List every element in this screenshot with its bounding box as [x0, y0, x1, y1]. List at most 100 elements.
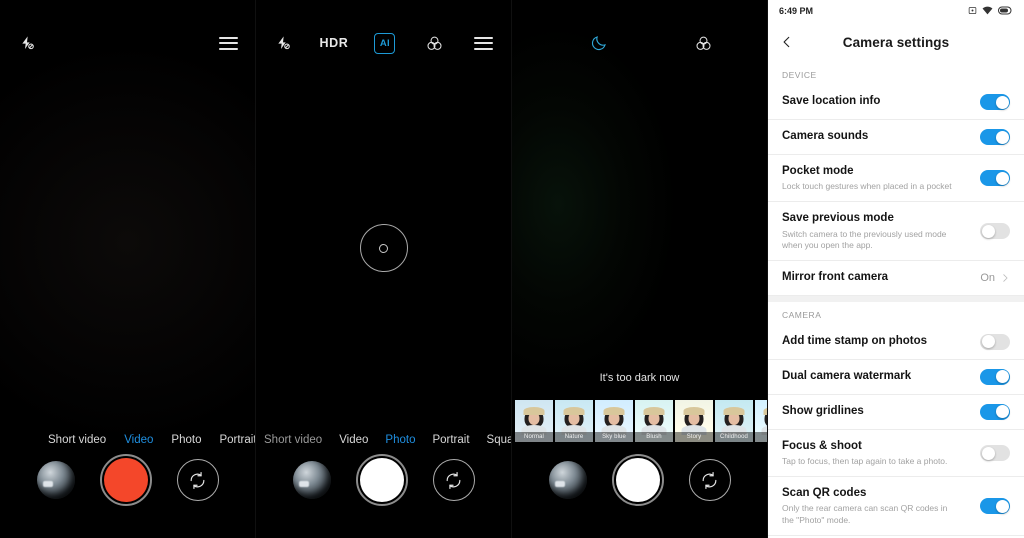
camera-panel-night: It's too dark now Normal Nature Sky blue: [512, 0, 768, 538]
row-title: Pocket mode: [782, 165, 854, 177]
gallery-thumbnail[interactable]: [292, 461, 331, 499]
screenshot-collage: Short video Video Photo Portrait S: [0, 0, 1024, 538]
flash-off-icon[interactable]: [270, 30, 296, 56]
row-title: Focus & shoot: [782, 439, 862, 452]
switch-camera-icon[interactable]: [688, 459, 731, 501]
filter-strip[interactable]: Normal Nature Sky blue Blush Story Child…: [512, 400, 767, 442]
filter-label: Sky blue: [595, 431, 633, 442]
toggle-dual-camera-watermark[interactable]: [980, 368, 1010, 385]
flash-off-icon[interactable]: [14, 30, 40, 56]
section-header-device: DEVICE: [782, 70, 817, 80]
setting-row-pocket-mode[interactable]: Pocket mode Lock touch gestures when pla…: [768, 155, 1024, 203]
hdr-toggle[interactable]: HDR: [320, 30, 349, 56]
shutter-button[interactable]: [355, 454, 408, 506]
record-button[interactable]: [99, 454, 152, 506]
menu-icon[interactable]: [471, 30, 497, 56]
toggle-save-location-info[interactable]: [980, 94, 1010, 110]
row-text: Save previous mode Switch camera to the …: [782, 211, 958, 251]
row-text: Scan QR codes Only the rear camera can s…: [782, 486, 962, 526]
ai-scene-detection-icon[interactable]: AI: [372, 30, 398, 56]
moon-icon[interactable]: [586, 30, 612, 56]
mode-portrait[interactable]: Portrait: [432, 434, 469, 446]
filter-label: Nature: [555, 431, 593, 442]
setting-row-add-time-stamp[interactable]: Add time stamp on photos: [768, 325, 1024, 360]
setting-row-camera-sounds[interactable]: Camera sounds: [768, 120, 1024, 155]
filter-face-preview: [641, 407, 667, 435]
setting-row-save-previous-mode[interactable]: Save previous mode Switch camera to the …: [768, 202, 1024, 262]
row-text: Add time stamp on photos: [782, 334, 935, 350]
filter-label: Childhood: [715, 431, 753, 442]
mode-square[interactable]: Square: [487, 434, 511, 446]
camera-panel-video: Short video Video Photo Portrait S: [0, 0, 256, 538]
ai-label: AI: [374, 32, 396, 54]
status-icons: [968, 6, 1013, 17]
setting-row-mirror-front-camera[interactable]: Mirror front camera On: [768, 261, 1024, 296]
gallery-thumbnail[interactable]: [36, 461, 75, 499]
mode-portrait[interactable]: Portrait: [219, 434, 255, 446]
color-filter-icon[interactable]: [690, 30, 716, 56]
setting-row-save-location-info[interactable]: Save location info: [768, 85, 1024, 120]
filter-face-preview: [521, 407, 547, 435]
mode-short-video[interactable]: Short video: [264, 434, 322, 446]
row-subtitle: Lock touch gestures when placed in a poc…: [782, 181, 952, 192]
switch-camera-icon[interactable]: [176, 459, 219, 501]
section-header-camera: CAMERA: [782, 309, 822, 320]
mode-short-video[interactable]: Short video: [48, 434, 106, 446]
filter-label: Story: [675, 431, 713, 442]
topbar-video: [0, 25, 255, 61]
filter-item-story[interactable]: Story: [675, 400, 713, 442]
camera-controls-photo: [256, 450, 511, 510]
page-title: Camera settings: [842, 34, 950, 50]
mode-photo[interactable]: Photo: [385, 434, 415, 446]
row-title: Dual camera watermark: [782, 370, 912, 383]
toggle-show-gridlines[interactable]: [980, 403, 1010, 420]
mirror-front-camera-value: On: [980, 272, 995, 285]
toggle-scan-qr-codes[interactable]: [980, 498, 1010, 515]
filter-item-nature[interactable]: Nature: [555, 400, 593, 442]
status-bar: 6:49 PM: [768, 0, 1024, 22]
camera-controls-night: [512, 450, 767, 510]
topbar-photo: HDR AI: [256, 25, 511, 61]
row-title: Mirror front camera: [782, 271, 889, 284]
filter-label: Blush: [635, 431, 673, 442]
switch-camera-icon[interactable]: [432, 459, 475, 501]
gallery-thumbnail[interactable]: [548, 461, 587, 499]
focus-ring: [359, 224, 408, 272]
setting-row-show-gridlines[interactable]: Show gridlines: [768, 395, 1024, 430]
toggle-camera-sounds[interactable]: [980, 129, 1010, 145]
topbar-night: [512, 25, 767, 61]
row-title: Save location info: [782, 95, 881, 108]
filter-face-preview: [561, 407, 587, 435]
shutter-button[interactable]: [611, 454, 664, 506]
color-filter-icon[interactable]: [421, 30, 447, 56]
setting-row-focus-and-shoot[interactable]: Focus & shoot Tap to focus, then tap aga…: [768, 430, 1024, 478]
mode-photo[interactable]: Photo: [171, 434, 201, 446]
row-text: Camera sounds: [782, 129, 876, 145]
mode-selector-video: Short video Video Photo Portrait S: [0, 434, 255, 446]
row-title: Add time stamp on photos: [782, 335, 928, 348]
menu-icon[interactable]: [215, 30, 241, 56]
filter-item-blush[interactable]: Blush: [635, 400, 673, 442]
row-subtitle: Tap to focus, then tap again to take a p…: [782, 455, 948, 466]
toggle-add-time-stamp[interactable]: [980, 333, 1010, 350]
row-value-wrap: On: [980, 272, 1010, 284]
sd-card-icon: [968, 6, 977, 17]
filter-item-em[interactable]: Em: [755, 400, 767, 442]
filter-item-childhood[interactable]: Childhood: [715, 400, 753, 442]
wifi-icon: [982, 6, 993, 17]
filter-item-normal[interactable]: Normal: [515, 400, 553, 442]
status-time: 6:49 PM: [779, 6, 814, 16]
row-subtitle: Only the rear camera can scan QR codes i…: [782, 503, 948, 525]
camera-controls-video: [0, 450, 255, 510]
mode-video[interactable]: Video: [339, 434, 368, 446]
setting-row-scan-qr-codes[interactable]: Scan QR codes Only the rear camera can s…: [768, 477, 1024, 537]
mode-video[interactable]: Video: [124, 434, 153, 446]
toggle-save-previous-mode[interactable]: [980, 223, 1010, 240]
filter-item-sky-blue[interactable]: Sky blue: [595, 400, 633, 442]
toggle-focus-and-shoot[interactable]: [980, 445, 1010, 462]
filter-label: Normal: [515, 431, 553, 442]
row-text: Focus & shoot Tap to focus, then tap aga…: [782, 439, 955, 467]
setting-row-dual-camera-watermark[interactable]: Dual camera watermark: [768, 360, 1024, 395]
filter-face-preview: [681, 407, 707, 435]
toggle-pocket-mode[interactable]: [980, 170, 1010, 187]
